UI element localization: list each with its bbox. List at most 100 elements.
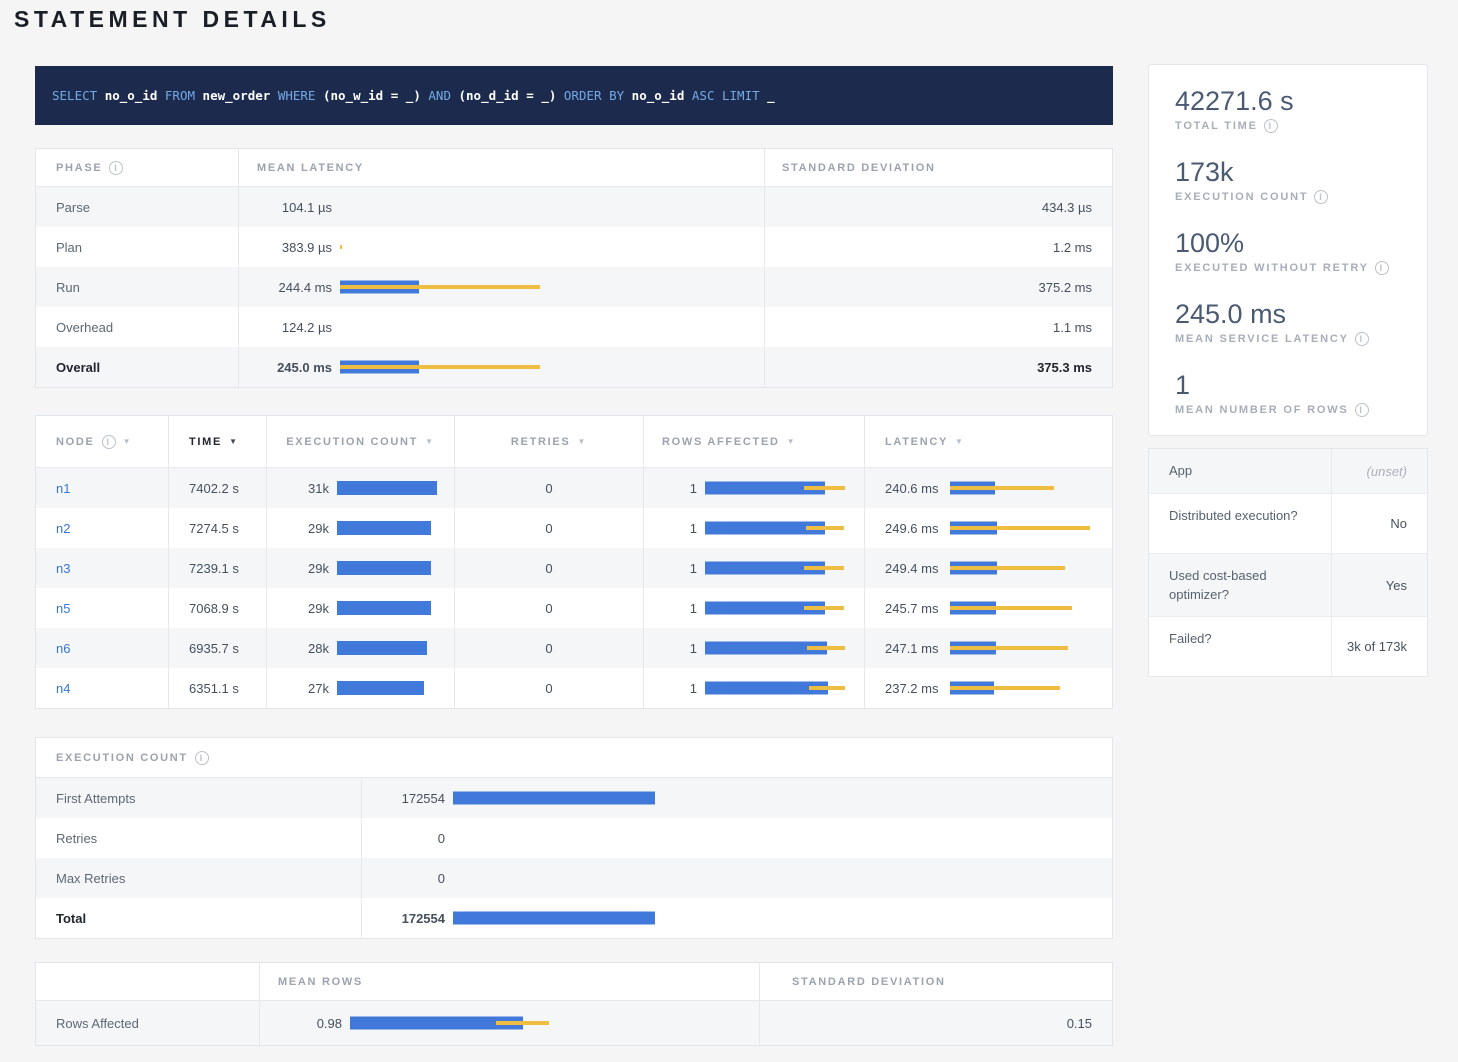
column-header-latency[interactable]: Latency▼ xyxy=(864,416,1112,467)
node-link[interactable]: n1 xyxy=(56,481,70,496)
time-cell: 7402.2 s xyxy=(168,468,266,508)
rows-affected-value: 1 xyxy=(656,681,697,696)
table-row: Overhead124.2 µs1.1 ms xyxy=(36,307,1112,347)
mean-bar xyxy=(337,561,431,575)
statement-details-panel: App(unset)Distributed execution?NoUsed c… xyxy=(1148,448,1428,677)
execution-count-value: 27k xyxy=(279,681,329,696)
stddev-line xyxy=(807,646,846,650)
stddev-line xyxy=(950,606,1072,610)
summary-label-text: Executed without Retry xyxy=(1175,262,1369,274)
sql-statement-box: SELECT no_o_id FROM new_order WHERE (no_… xyxy=(35,66,1113,125)
exec-count-bar xyxy=(453,778,655,818)
exec-count-bar xyxy=(453,898,655,938)
info-icon[interactable]: i xyxy=(1314,190,1328,204)
latency-cell: 249.6 ms xyxy=(864,508,1112,548)
retries-value: 0 xyxy=(545,521,552,536)
info-icon[interactable]: i xyxy=(1264,119,1278,133)
details-row: Distributed execution?No xyxy=(1149,493,1427,553)
execution-count-value: 28k xyxy=(279,641,329,656)
retries-header-label: Retries xyxy=(511,436,571,448)
rows-affected-bar xyxy=(705,588,845,628)
phase-cell: Overall xyxy=(36,347,238,387)
column-header-execution-count[interactable]: Execution Count▼ xyxy=(266,416,454,467)
column-header-time[interactable]: Time▼ xyxy=(168,416,266,467)
summary-value: 100% xyxy=(1175,228,1407,258)
exec-value-cell: 0 xyxy=(361,858,1112,898)
column-header-retries[interactable]: Retries▼ xyxy=(454,416,643,467)
retries-cell: 0 xyxy=(454,508,643,548)
sql-identifier: _ xyxy=(767,88,775,103)
sql-keyword: SELECT xyxy=(52,88,97,103)
summary-label-text: Mean Number of Rows xyxy=(1175,404,1349,416)
sql-identifier: _) xyxy=(541,88,556,103)
node-link[interactable]: n4 xyxy=(56,681,70,696)
info-icon[interactable]: i xyxy=(1355,332,1369,346)
details-value: Yes xyxy=(1386,576,1407,595)
info-icon[interactable]: i xyxy=(195,751,209,765)
mean-latency-column-header: Mean Latency xyxy=(238,149,764,186)
exec-row-label: Total xyxy=(56,911,86,926)
mean-rows-bar xyxy=(350,1001,549,1045)
stddev-line xyxy=(950,646,1068,650)
sql-statement-text: SELECT no_o_id FROM new_order WHERE (no_… xyxy=(52,88,775,103)
node-link[interactable]: n2 xyxy=(56,521,70,536)
exec-count-value: 172554 xyxy=(370,911,445,926)
mean-latency-header-label: Mean Latency xyxy=(257,162,364,174)
execution-count-value: 29k xyxy=(279,601,329,616)
summary-value: 42271.6 s xyxy=(1175,86,1407,116)
rows-row-label: Rows Affected xyxy=(56,1016,139,1031)
details-row: Used cost-based optimizer?Yes xyxy=(1149,553,1427,616)
phase-latency-table: PhaseiMean LatencyStandard DeviationPars… xyxy=(35,148,1113,388)
exec-value-cell: 0 xyxy=(361,818,1112,858)
stddev-value: 1.1 ms xyxy=(1053,320,1092,335)
mean-bar xyxy=(337,481,437,495)
time-value: 7274.5 s xyxy=(189,521,239,536)
column-header-node[interactable]: Nodei▼ xyxy=(36,416,168,467)
column-header-rows-affected[interactable]: Rows Affected▼ xyxy=(643,416,864,467)
info-icon[interactable]: i xyxy=(102,435,116,449)
details-label-text: Failed? xyxy=(1169,629,1212,648)
rows-affected-bar xyxy=(705,508,845,548)
sql-identifier: (no_w_id xyxy=(323,88,383,103)
stddev-line xyxy=(340,245,342,249)
sort-desc-icon: ▼ xyxy=(229,437,239,446)
time-cell: 7239.1 s xyxy=(168,548,266,588)
rows-affected-cell: 1 xyxy=(643,548,864,588)
latency-header-label: Latency xyxy=(885,436,948,448)
exec-value-cell: 172554 xyxy=(361,898,1112,938)
exec-row-label: Max Retries xyxy=(56,871,125,886)
node-link[interactable]: n6 xyxy=(56,641,70,656)
mean-latency-cell: 104.1 µs xyxy=(238,187,764,227)
details-label: Distributed execution? xyxy=(1149,494,1331,553)
node-link[interactable]: n3 xyxy=(56,561,70,576)
node-link[interactable]: n5 xyxy=(56,601,70,616)
info-icon[interactable]: i xyxy=(1355,403,1369,417)
table-row: Run244.4 ms375.2 ms xyxy=(36,267,1112,307)
info-icon[interactable]: i xyxy=(1375,261,1389,275)
stddev-column-header: Standard Deviation xyxy=(764,149,1112,186)
time-cell: 7274.5 s xyxy=(168,508,266,548)
execution-count-cell: 31k xyxy=(266,468,454,508)
time-cell: 6351.1 s xyxy=(168,668,266,708)
summary-item: 1Mean Number of Rowsi xyxy=(1175,370,1407,417)
stddev-line xyxy=(950,686,1059,690)
details-value: 3k of 173k xyxy=(1347,637,1407,656)
execution-count-cell: 29k xyxy=(266,588,454,628)
latency-value: 237.2 ms xyxy=(885,681,938,696)
phase-table-header: PhaseiMean LatencyStandard Deviation xyxy=(36,149,1112,187)
details-label-text: Distributed execution? xyxy=(1169,506,1298,525)
stddev-value: 0.15 xyxy=(1067,1016,1092,1031)
time-value: 7239.1 s xyxy=(189,561,239,576)
execution-count-cell: 29k xyxy=(266,508,454,548)
details-value-cell: (unset) xyxy=(1331,449,1427,493)
table-row: Max Retries 0 xyxy=(36,858,1112,898)
node-cell: n1 xyxy=(36,468,168,508)
rows-affected-value: 1 xyxy=(656,561,697,576)
details-label: Failed? xyxy=(1149,617,1331,676)
retries-cell: 0 xyxy=(454,548,643,588)
mean-bar xyxy=(337,521,431,535)
info-icon[interactable]: i xyxy=(109,161,123,175)
exec-label-cell: First Attempts xyxy=(36,778,361,818)
stddev-line xyxy=(804,566,843,570)
page-title: STATEMENT DETAILS xyxy=(14,6,331,33)
